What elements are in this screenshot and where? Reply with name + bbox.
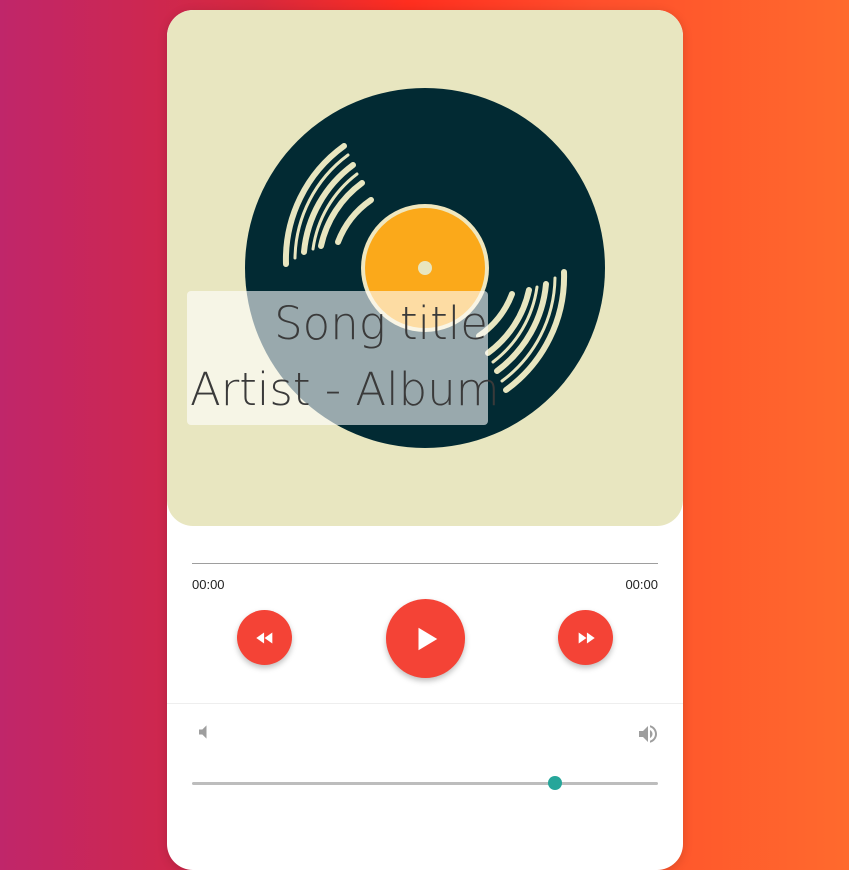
play-icon [418, 627, 437, 650]
fast-forward-icon [578, 632, 595, 643]
current-time: 00:00 [192, 577, 225, 592]
vinyl-record-image [245, 88, 605, 448]
track-info-overlay: Song title Artist - Album [187, 291, 500, 425]
volume-low-icon[interactable] [194, 722, 214, 742]
seek-bar[interactable] [192, 563, 658, 564]
play-button[interactable] [386, 599, 465, 678]
rewind-button[interactable] [237, 610, 292, 665]
volume-slider-thumb[interactable] [548, 776, 563, 790]
volume-high-icon[interactable] [636, 722, 660, 746]
song-title: Song title [274, 297, 488, 350]
player-card: Song title Artist - Album 00:00 00:00 [167, 10, 683, 870]
divider [167, 703, 683, 704]
fast-forward-button[interactable] [558, 610, 613, 665]
fast-rewind-icon [255, 632, 272, 643]
duration-time: 00:00 [625, 577, 658, 592]
volume-slider[interactable] [192, 776, 658, 790]
album-artwork: Song title Artist - Album [167, 10, 683, 526]
artist-album: Artist - Album [190, 363, 500, 416]
